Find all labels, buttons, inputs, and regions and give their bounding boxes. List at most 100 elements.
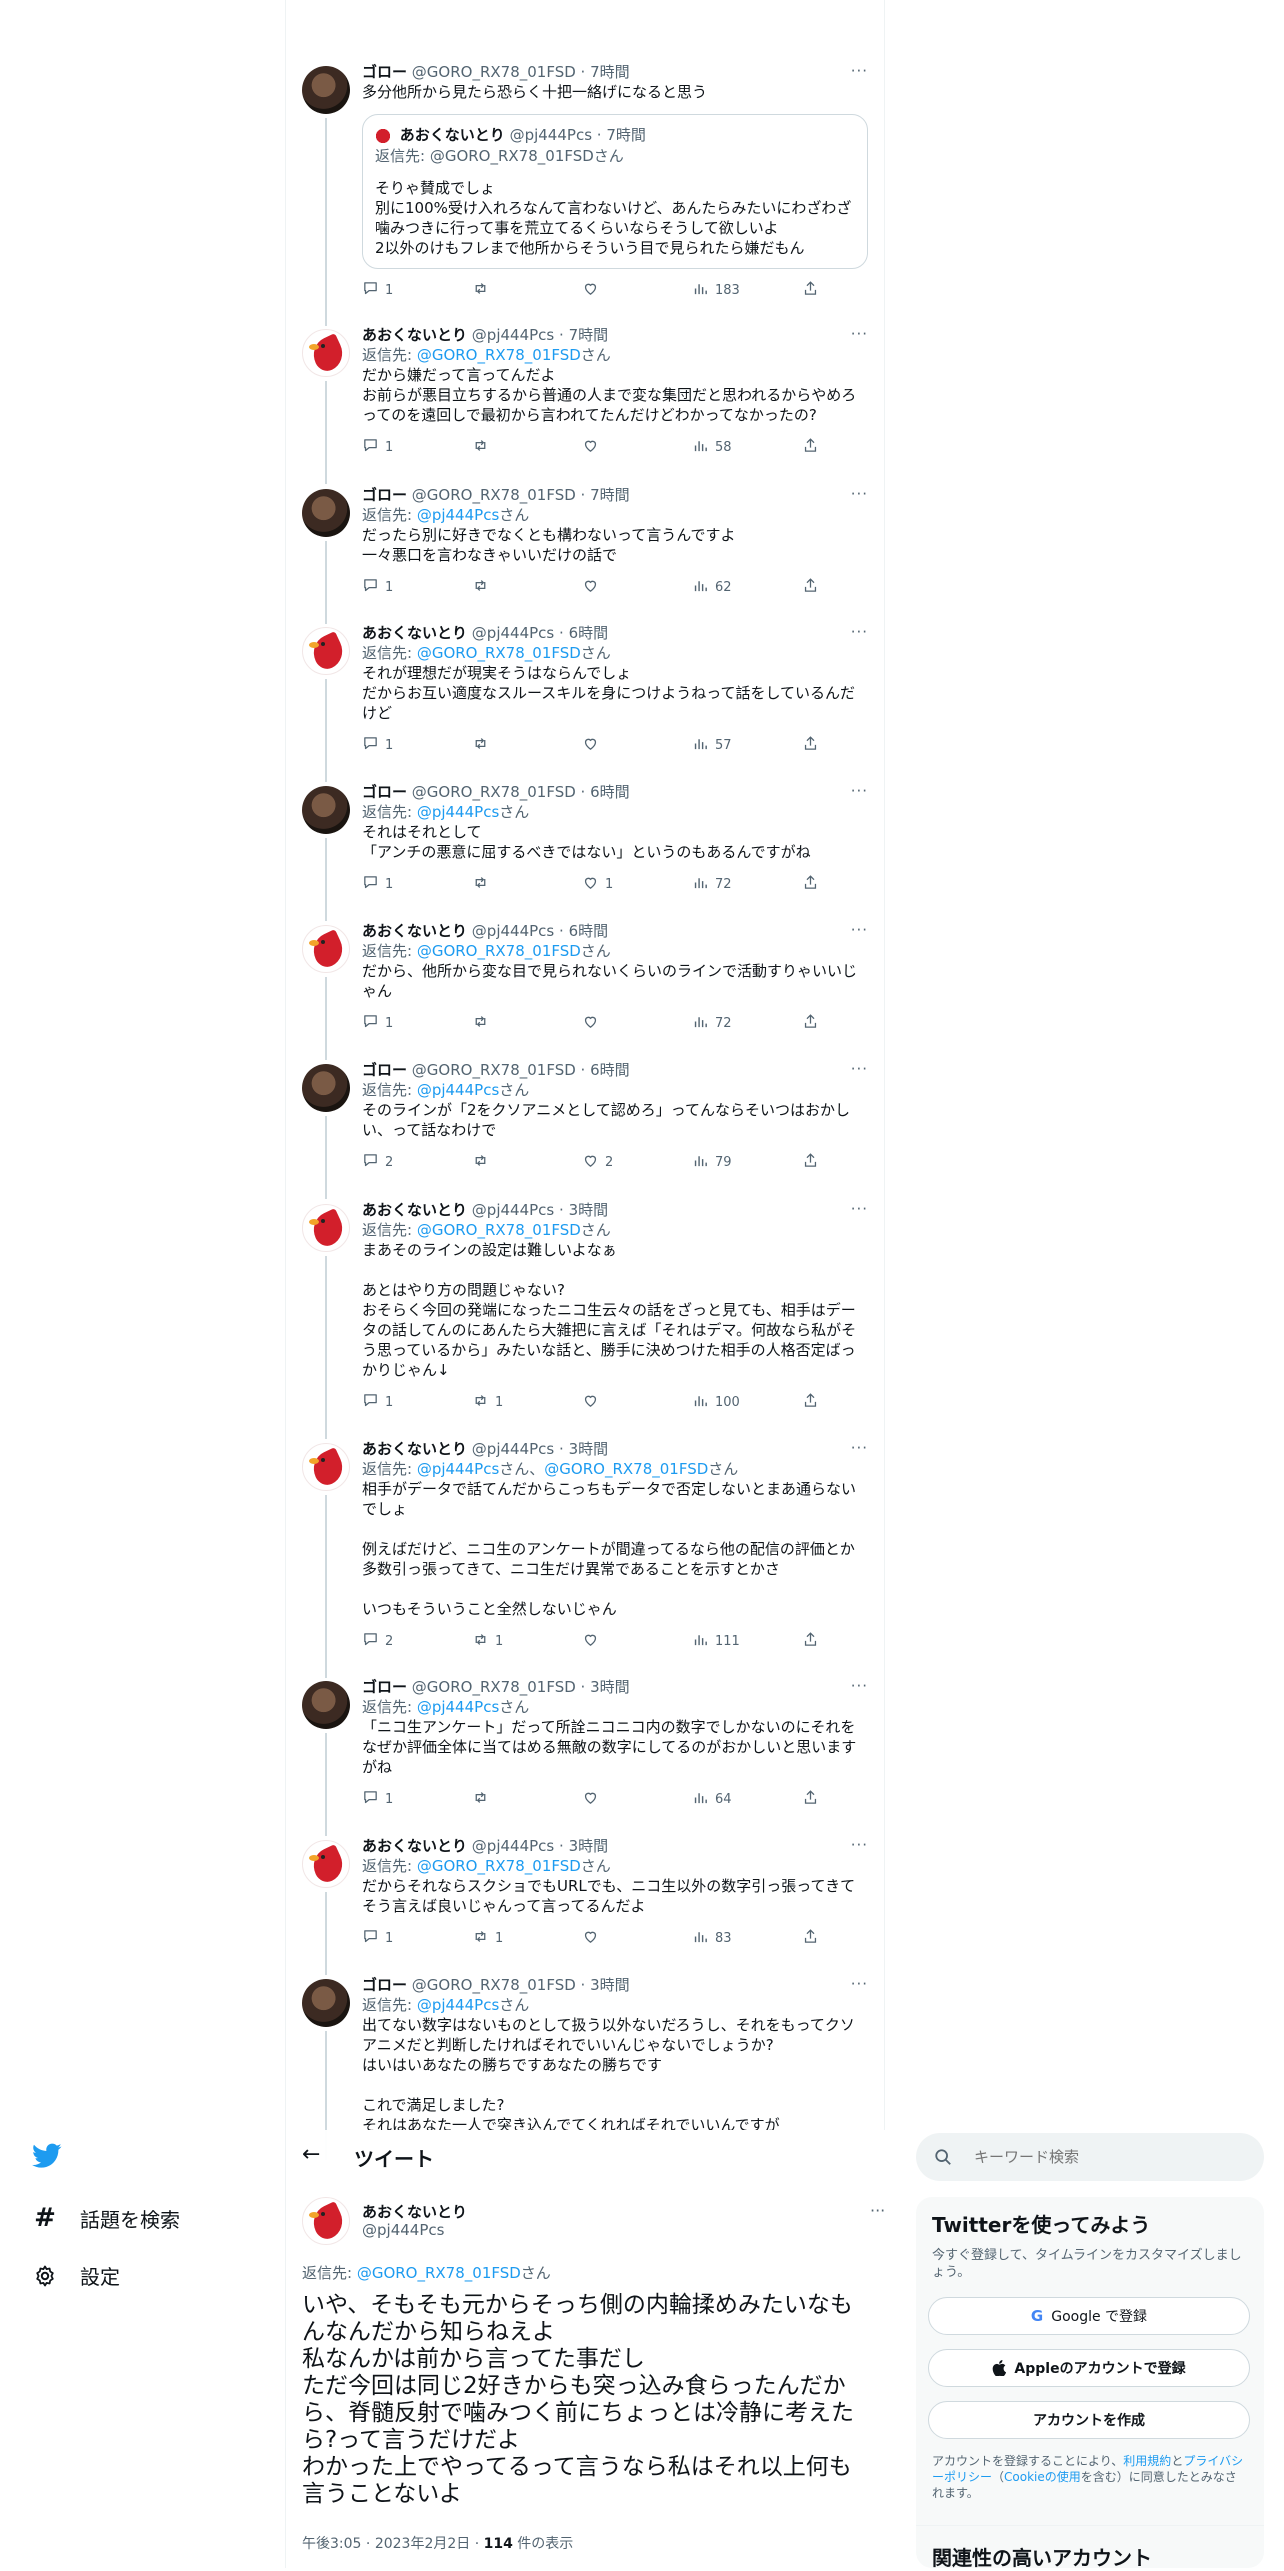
avatar[interactable] xyxy=(302,1840,350,1888)
reply-to-link[interactable]: @GORO_RX78_01FSD xyxy=(417,1221,581,1239)
author-name[interactable]: ゴロー xyxy=(362,783,407,801)
share-button[interactable] xyxy=(802,1928,842,1948)
more-icon[interactable]: ··· xyxy=(870,2201,885,2220)
retweet-button[interactable] xyxy=(472,1152,582,1172)
tweet[interactable]: ··· ゴロー @GORO_RX78_01FSD · 7時間 多分他所から見たら恐ら… xyxy=(286,62,884,326)
search-input[interactable] xyxy=(972,2147,1246,2167)
reply-to-link[interactable]: @GORO_RX78_01FSD xyxy=(357,2264,521,2282)
author-handle[interactable]: @pj444Pcs xyxy=(472,1201,554,1219)
reply-to-link[interactable]: @pj444Pcs xyxy=(417,1698,499,1716)
more-icon[interactable]: ··· xyxy=(851,1677,868,1695)
author-handle[interactable]: @GORO_RX78_01FSD xyxy=(412,783,576,801)
author-handle[interactable]: @GORO_RX78_01FSD xyxy=(412,1976,576,1994)
retweet-button[interactable] xyxy=(472,1013,582,1033)
author-name[interactable]: ゴロー xyxy=(362,486,407,504)
tweet-time[interactable]: 3時間 xyxy=(590,1976,630,1994)
reply-button[interactable]: 1 xyxy=(362,1928,472,1948)
avatar[interactable] xyxy=(302,1443,350,1491)
author-handle[interactable]: @pj444Pcs xyxy=(472,1440,554,1458)
google-signup-button[interactable]: G Google で登録 xyxy=(928,2297,1250,2335)
share-button[interactable] xyxy=(802,735,842,755)
author-name[interactable]: あおくないとり xyxy=(362,326,467,344)
retweet-button[interactable]: 1 xyxy=(472,1928,582,1948)
share-button[interactable] xyxy=(802,437,842,457)
reply-button[interactable]: 1 xyxy=(362,281,472,301)
avatar[interactable] xyxy=(302,627,350,675)
like-button[interactable]: 2 xyxy=(582,1152,692,1172)
like-button[interactable] xyxy=(582,437,692,457)
share-button[interactable] xyxy=(802,577,842,597)
views-button[interactable]: 183 xyxy=(692,281,802,301)
tweet-time[interactable]: 7時間 xyxy=(590,63,630,81)
retweet-button[interactable] xyxy=(472,281,582,301)
like-button[interactable] xyxy=(582,1789,692,1809)
reply-to-link[interactable]: @pj444Pcs xyxy=(417,506,499,524)
nav-explore[interactable]: # 話題を検索 xyxy=(32,2203,180,2233)
author-handle[interactable]: @pj444Pcs xyxy=(472,922,554,940)
avatar[interactable] xyxy=(302,2197,350,2245)
like-button[interactable] xyxy=(582,735,692,755)
reply-to-link[interactable]: @GORO_RX78_01FSD xyxy=(417,1857,581,1875)
tweet-time[interactable]: 6時間 xyxy=(590,1061,630,1079)
avatar[interactable] xyxy=(302,1064,350,1112)
back-arrow-icon[interactable]: ← xyxy=(302,2142,320,2167)
author-handle[interactable]: @GORO_RX78_01FSD xyxy=(412,486,576,504)
create-account-button[interactable]: アカウントを作成 xyxy=(928,2401,1250,2439)
like-button[interactable] xyxy=(582,1631,692,1651)
tweet-time[interactable]: 6時間 xyxy=(569,922,609,940)
avatar[interactable] xyxy=(302,66,350,114)
tweet-time[interactable]: 7時間 xyxy=(569,326,609,344)
author-name[interactable]: あおくないとり xyxy=(362,1440,467,1458)
reply-to-link[interactable]: @pj444Pcs xyxy=(417,803,499,821)
share-button[interactable] xyxy=(802,1392,842,1412)
like-button[interactable] xyxy=(582,281,692,301)
search-box[interactable] xyxy=(916,2133,1264,2181)
reply-to-link[interactable]: @pj444Pcs xyxy=(417,1460,499,1478)
like-button[interactable]: 1 xyxy=(582,874,692,894)
terms-link[interactable]: 利用規約 xyxy=(1123,2454,1171,2468)
share-button[interactable] xyxy=(802,1152,842,1172)
tweet-time[interactable]: 3時間 xyxy=(590,1678,630,1696)
retweet-button[interactable] xyxy=(472,437,582,457)
reply-to-link[interactable]: @GORO_RX78_01FSD xyxy=(417,942,581,960)
twitter-bird-icon[interactable] xyxy=(32,2143,62,2173)
tweet-date[interactable]: 2023年2月2日 xyxy=(375,2536,470,2552)
retweet-button[interactable]: 1 xyxy=(472,1392,582,1412)
author-name[interactable]: あおくないとり xyxy=(362,2201,467,2222)
reply-to-link[interactable]: @pj444Pcs xyxy=(417,1996,499,2014)
views-button[interactable]: 83 xyxy=(692,1928,802,1948)
tweet-time[interactable]: 6時間 xyxy=(590,783,630,801)
tweet-time[interactable]: 3時間 xyxy=(569,1837,609,1855)
like-button[interactable] xyxy=(582,577,692,597)
reply-button[interactable]: 1 xyxy=(362,1789,472,1809)
tweet[interactable]: ··· ゴロー @GORO_RX78_01FSD · 3時間 返信先: @pj444… xyxy=(286,1677,884,1836)
avatar[interactable] xyxy=(302,329,350,377)
tweet[interactable]: ··· ゴロー @GORO_RX78_01FSD · 7時間 返信先: @pj444… xyxy=(286,485,884,624)
author-name[interactable]: あおくないとり xyxy=(362,922,467,940)
more-icon[interactable]: ··· xyxy=(851,325,868,343)
tweet-time[interactable]: 7時間 xyxy=(590,486,630,504)
reply-button[interactable]: 1 xyxy=(362,437,472,457)
author-name[interactable]: ゴロー xyxy=(362,63,407,81)
avatar[interactable] xyxy=(302,1979,350,2027)
author-handle[interactable]: @GORO_RX78_01FSD xyxy=(412,63,576,81)
avatar[interactable] xyxy=(302,1204,350,1252)
tweet[interactable]: ··· ゴロー @GORO_RX78_01FSD · 6時間 返信先: @pj444… xyxy=(286,1060,884,1199)
tweet[interactable]: ··· あおくないとり @pj444Pcs · 6時間 返信先: @GORO_RX7… xyxy=(286,623,884,782)
nav-settings[interactable]: 設定 xyxy=(32,2261,120,2290)
reply-to-link[interactable]: @GORO_RX78_01FSD xyxy=(544,1460,708,1478)
more-icon[interactable]: ··· xyxy=(851,921,868,939)
views-button[interactable]: 72 xyxy=(692,1013,802,1033)
reply-button[interactable]: 1 xyxy=(362,1013,472,1033)
reply-to-link[interactable]: @GORO_RX78_01FSD xyxy=(417,346,581,364)
views-button[interactable]: 79 xyxy=(692,1152,802,1172)
avatar[interactable] xyxy=(302,925,350,973)
views-button[interactable]: 64 xyxy=(692,1789,802,1809)
tweet[interactable]: ··· あおくないとり @pj444Pcs · 7時間 返信先: @GORO_RX7… xyxy=(286,325,884,484)
more-icon[interactable]: ··· xyxy=(851,1975,868,1993)
more-icon[interactable]: ··· xyxy=(851,1060,868,1078)
tweet[interactable]: ··· ゴロー @GORO_RX78_01FSD · 6時間 返信先: @pj444… xyxy=(286,782,884,921)
author-name[interactable]: あおくないとり xyxy=(362,624,467,642)
tweet[interactable]: ··· あおくないとり @pj444Pcs · 3時間 返信先: @GORO_RX7… xyxy=(286,1200,884,1439)
views-button[interactable]: 111 xyxy=(692,1631,802,1651)
